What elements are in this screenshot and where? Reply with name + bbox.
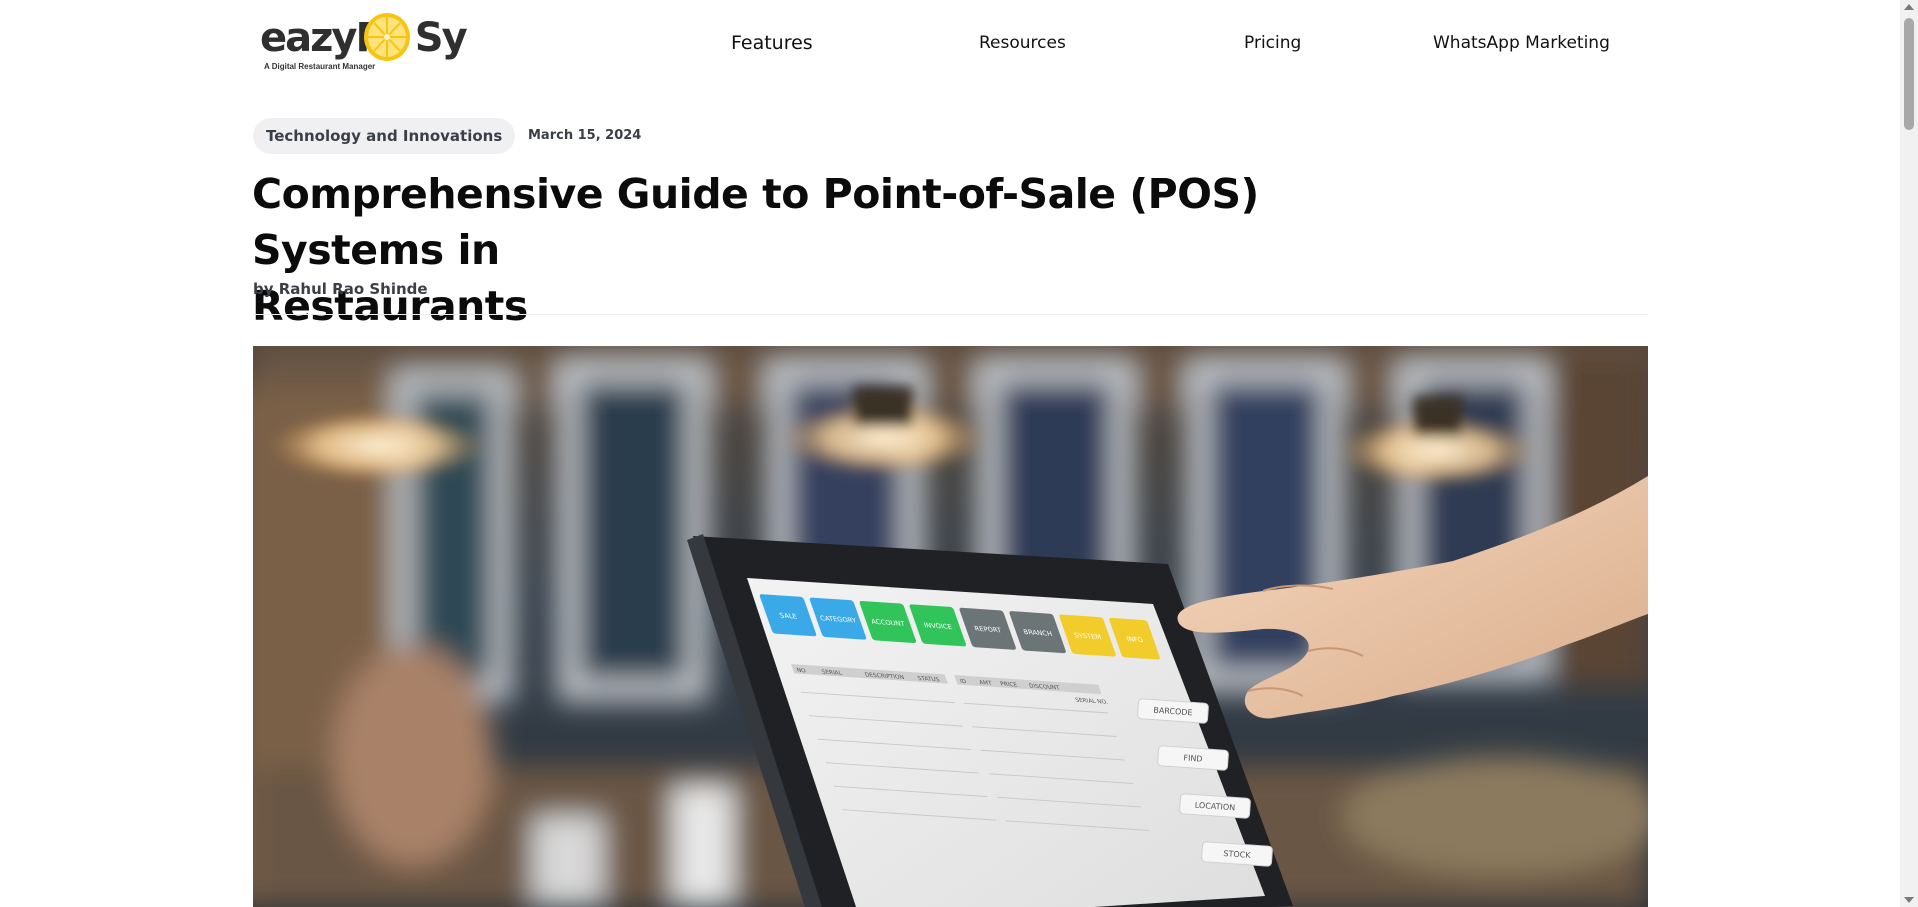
category-badge[interactable]: Technology and Innovations xyxy=(253,118,516,154)
article-meta: Technology and Innovations March 15, 202… xyxy=(253,118,853,154)
header-divider xyxy=(253,314,1648,315)
logo-tagline: A Digital Restaurant Manager xyxy=(264,62,376,71)
scroll-down-icon[interactable] xyxy=(1904,897,1914,903)
pos-button-label: SALE xyxy=(779,612,799,621)
article-title: Comprehensive Guide to Point-of-Sale (PO… xyxy=(252,166,1432,334)
page: eazyP Sy A Digital Restaurant Manager Fea… xyxy=(0,0,1918,907)
nav-link-pricing[interactable]: Pricing xyxy=(1244,30,1301,56)
post-date: March 15, 2024 xyxy=(528,128,642,143)
pos-terminal-illustration: SALE CATEGORY ACCOUNT INVOICE REPORT BRA… xyxy=(253,346,1648,907)
site-header: eazyP Sy A Digital Restaurant Manager Fea… xyxy=(0,0,1900,90)
pos-side-button-label: FIND xyxy=(1183,753,1203,763)
nav-link-features[interactable]: Features xyxy=(731,30,813,56)
pos-button-label: INFO xyxy=(1125,635,1144,644)
nav-link-whatsapp-marketing[interactable]: WhatsApp Marketing xyxy=(1433,30,1610,56)
author-link[interactable]: Rahul Rao Shinde xyxy=(279,280,428,298)
scroll-up-icon[interactable] xyxy=(1904,4,1914,10)
nav-link-resources[interactable]: Resources xyxy=(979,30,1066,56)
main-nav: Features Resources Pricing WhatsApp Mark… xyxy=(0,30,1900,60)
scrollbar-thumb[interactable] xyxy=(1904,18,1914,130)
article-byline: by Rahul Rao Shinde xyxy=(253,280,428,298)
hero-image: SALE CATEGORY ACCOUNT INVOICE REPORT BRA… xyxy=(253,346,1648,907)
page-scrollbar[interactable] xyxy=(1900,0,1918,907)
byline-prefix: by xyxy=(253,280,274,298)
article-title-line-1: Comprehensive Guide to Point-of-Sale (PO… xyxy=(252,170,1259,274)
